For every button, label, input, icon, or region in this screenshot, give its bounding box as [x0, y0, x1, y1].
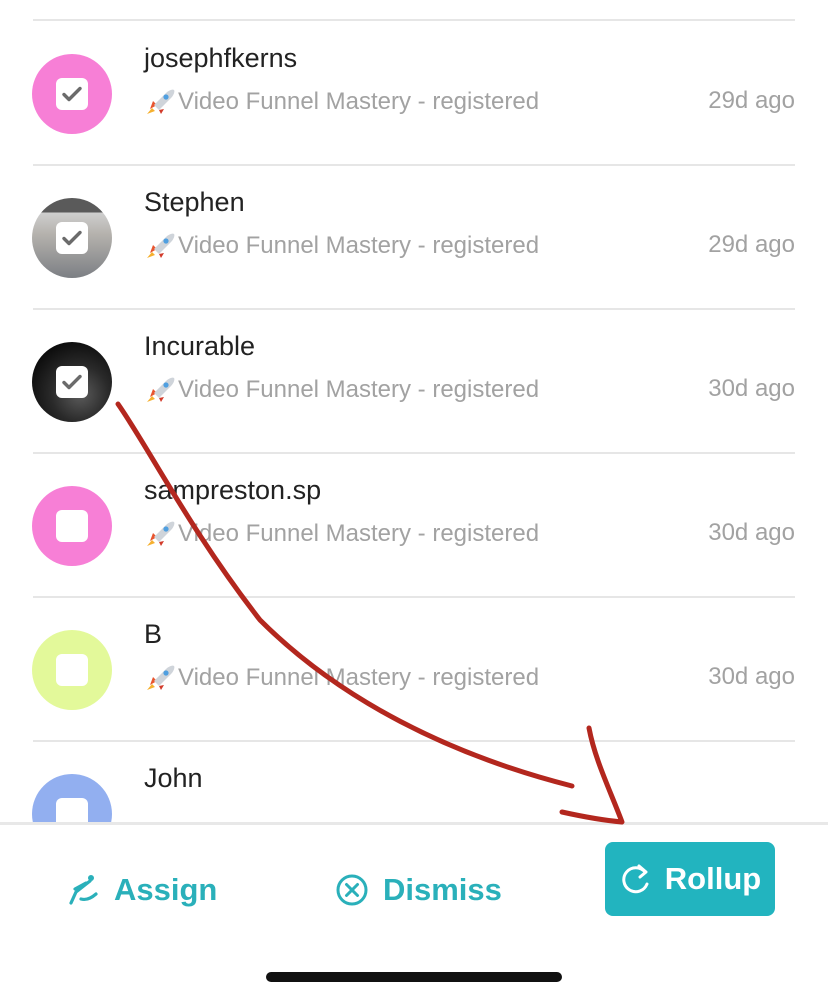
- dismiss-button[interactable]: Dismiss: [335, 865, 502, 915]
- assign-button[interactable]: Assign: [66, 865, 217, 915]
- checkmark-icon: [62, 86, 82, 102]
- assign-pen-icon: [69, 875, 98, 905]
- contact-name: Stephen: [144, 187, 245, 217]
- subtitle-text: Video Funnel Mastery - registered: [178, 520, 540, 547]
- contact-subtitle: Video Funnel Mastery - registered: [144, 231, 539, 261]
- timestamp: 29d ago: [708, 87, 795, 114]
- timestamp: 30d ago: [708, 375, 795, 402]
- subtitle-text: Video Funnel Mastery - registered: [178, 232, 540, 259]
- row-checkbox[interactable]: [56, 78, 88, 110]
- avatar[interactable]: [32, 630, 112, 710]
- contact-row[interactable]: B Video Funnel Mastery - registered 30d …: [0, 597, 828, 741]
- rocket-icon: [147, 89, 175, 114]
- avatar[interactable]: [32, 342, 112, 422]
- refresh-arrow-icon: [622, 864, 649, 894]
- row-checkbox[interactable]: [56, 222, 88, 254]
- contact-row[interactable]: Stephen Video Funnel Mastery - registere…: [0, 165, 828, 309]
- contact-name: B: [144, 619, 163, 649]
- contact-name: John: [144, 763, 203, 793]
- rocket-icon: [147, 233, 175, 258]
- contact-subtitle: Video Funnel Mastery - registered: [144, 663, 539, 693]
- contact-name: josephfkerns: [144, 43, 298, 73]
- contact-subtitle: Video Funnel Mastery - registered: [144, 519, 539, 549]
- contact-row[interactable]: Incurable Video Funnel Mastery - registe…: [0, 309, 828, 453]
- contact-name: Incurable: [144, 331, 256, 361]
- row-checkbox[interactable]: [56, 798, 88, 822]
- contact-row[interactable]: sampreston.sp Video Funnel Mastery - reg…: [0, 453, 828, 597]
- contact-subtitle: Video Funnel Mastery - registered: [144, 375, 539, 405]
- home-indicator: [266, 972, 562, 982]
- checkmark-icon: [62, 230, 82, 246]
- timestamp: 29d ago: [708, 231, 795, 258]
- rollup-label: Rollup: [664, 861, 762, 896]
- contact-row[interactable]: John: [0, 741, 828, 822]
- avatar[interactable]: [32, 486, 112, 566]
- checkmark-icon: [62, 374, 82, 390]
- contact-list: josephfkerns Video Funnel Mastery - regi…: [0, 0, 828, 822]
- avatar[interactable]: [32, 198, 112, 278]
- rocket-icon: [147, 665, 175, 690]
- timestamp: 30d ago: [708, 663, 795, 690]
- rocket-icon: [147, 377, 175, 402]
- row-checkbox[interactable]: [56, 654, 88, 686]
- dismiss-x-circle-icon: [336, 874, 368, 906]
- contact-subtitle: Video Funnel Mastery - registered: [144, 87, 539, 117]
- rollup-button[interactable]: Rollup: [605, 842, 775, 916]
- avatar[interactable]: [32, 54, 112, 134]
- avatar[interactable]: [32, 774, 112, 822]
- row-checkbox[interactable]: [56, 510, 88, 542]
- dismiss-label: Dismiss: [383, 872, 502, 907]
- subtitle-text: Video Funnel Mastery - registered: [178, 376, 540, 403]
- row-checkbox[interactable]: [56, 366, 88, 398]
- rocket-icon: [147, 521, 175, 546]
- subtitle-text: Video Funnel Mastery - registered: [178, 88, 540, 115]
- timestamp: 30d ago: [708, 519, 795, 546]
- contact-name: sampreston.sp: [144, 475, 322, 505]
- subtitle-text: Video Funnel Mastery - registered: [178, 664, 540, 691]
- assign-label: Assign: [114, 872, 218, 907]
- contact-row[interactable]: josephfkerns Video Funnel Mastery - regi…: [0, 21, 828, 165]
